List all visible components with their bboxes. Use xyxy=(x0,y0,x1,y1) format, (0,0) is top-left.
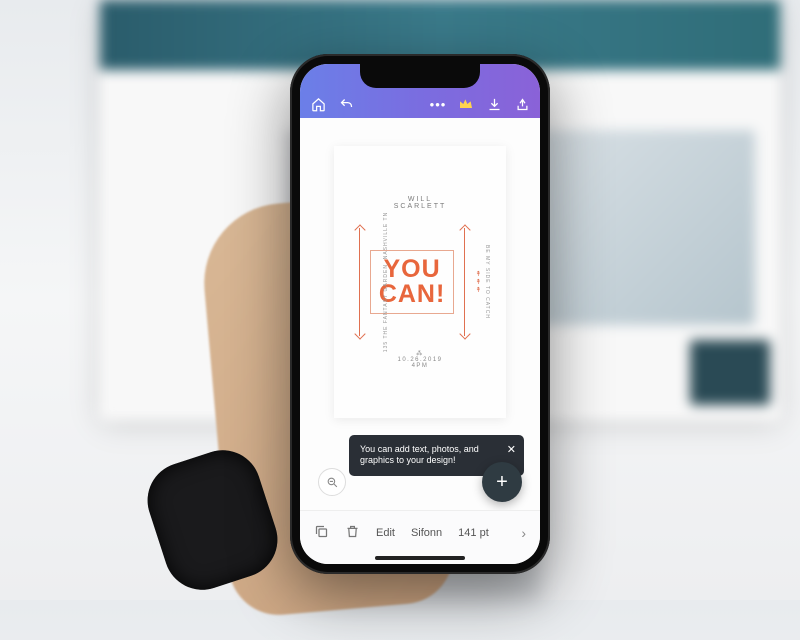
more-icon[interactable]: ••• xyxy=(430,96,446,112)
phone-device: ••• 135 THE FANTASY GARDEN, NASHVILLE TN… xyxy=(290,54,550,574)
smartwatch xyxy=(138,440,288,599)
feather-arrows: ↟↟↟ xyxy=(475,270,481,294)
invitation-card[interactable]: 135 THE FANTASY GARDEN, NASHVILLE TN BE … xyxy=(334,146,506,418)
arrow-decor-left xyxy=(359,228,360,336)
zoom-icon[interactable] xyxy=(318,468,346,496)
card-detail: ⁂ 10.26.2019 4PM xyxy=(397,350,442,369)
chevron-right-icon[interactable]: › xyxy=(521,525,526,541)
font-size[interactable]: 141 pt xyxy=(458,527,489,539)
home-icon[interactable] xyxy=(310,96,326,112)
undo-icon[interactable] xyxy=(338,96,354,112)
close-icon[interactable]: ✕ xyxy=(507,443,516,457)
side-text-right: BE MY SIDE TO CATCH xyxy=(484,245,490,319)
card-name: WILL SCARLETT xyxy=(394,196,447,210)
download-icon[interactable] xyxy=(486,96,502,112)
home-indicator[interactable] xyxy=(375,556,465,560)
edit-label[interactable]: Edit xyxy=(376,527,395,539)
design-canvas[interactable]: 135 THE FANTASY GARDEN, NASHVILLE TN BE … xyxy=(300,118,540,428)
side-text-left: 135 THE FANTASY GARDEN, NASHVILLE TN xyxy=(383,212,389,352)
add-button[interactable]: + xyxy=(482,462,522,502)
plus-icon: + xyxy=(496,471,508,494)
copy-icon[interactable] xyxy=(314,524,329,542)
share-icon[interactable] xyxy=(514,96,530,112)
notch xyxy=(360,64,480,88)
trash-icon[interactable] xyxy=(345,524,360,542)
crown-icon[interactable] xyxy=(458,96,474,112)
tooltip-text: You can add text, photos, and graphics t… xyxy=(360,444,479,466)
font-name[interactable]: Sifonn xyxy=(411,527,442,539)
arrow-decor-right xyxy=(464,228,465,336)
